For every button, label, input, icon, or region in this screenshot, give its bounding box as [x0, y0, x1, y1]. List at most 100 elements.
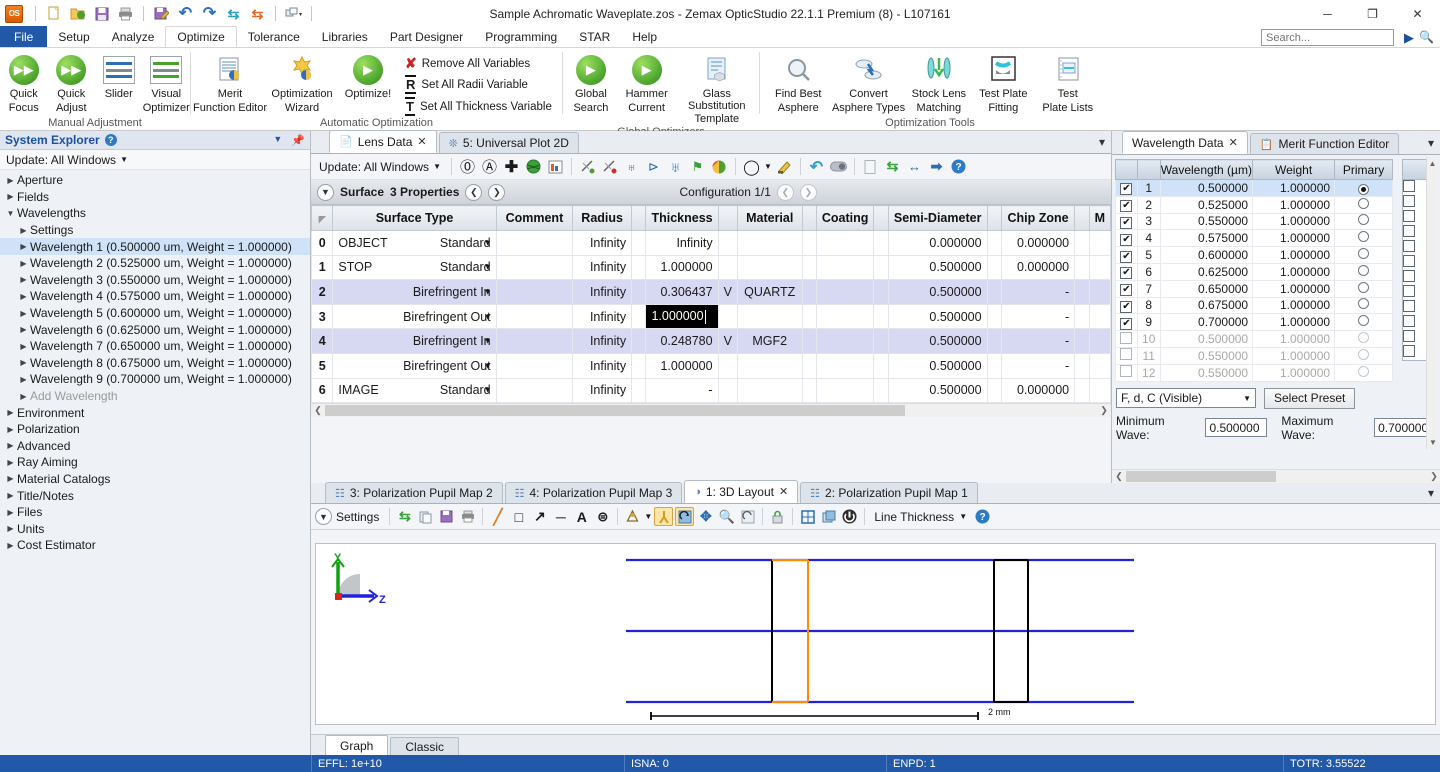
cell-radius-flag[interactable]: [632, 353, 646, 378]
cell-material-flag[interactable]: [802, 255, 816, 280]
cell-material-flag[interactable]: [802, 329, 816, 354]
chevron-right-icon[interactable]: ▶: [17, 242, 30, 251]
cell-thickness[interactable]: Infinity: [646, 231, 718, 256]
checkbox-icon[interactable]: ✔: [1120, 217, 1132, 229]
cell-material-flag[interactable]: [802, 231, 816, 256]
ribbon-tab-file[interactable]: File: [0, 26, 47, 47]
cell-semi-flag[interactable]: [987, 353, 1001, 378]
cell-enable[interactable]: ✔: [1116, 213, 1138, 230]
chevron-right-icon[interactable]: ▶: [4, 541, 17, 550]
panel-menu-icon[interactable]: ▾: [1099, 135, 1111, 149]
radio-icon[interactable]: [1358, 198, 1369, 209]
chevron-down-icon[interactable]: ▼: [4, 209, 17, 218]
cell-coating[interactable]: [816, 353, 874, 378]
chevron-right-icon[interactable]: ▶: [17, 309, 30, 318]
cell-thickness-editing[interactable]: 1.000000: [646, 304, 718, 329]
table-row[interactable]: 2Birefringent In▼Infinity0.306437VQUARTZ…: [312, 280, 1111, 305]
cell-radius-flag[interactable]: [632, 304, 646, 329]
tree-node[interactable]: ▶Ray Aiming: [0, 454, 310, 471]
chevron-down-icon[interactable]: ▼: [484, 287, 492, 296]
wavelength-vertical-scrollbar[interactable]: ▲ ▼: [1426, 157, 1438, 449]
cell-wavelength[interactable]: 0.550000: [1160, 347, 1252, 364]
cell-coating-flag[interactable]: [874, 353, 888, 378]
tab-universal-plot-2d[interactable]: ❊ 5: Universal Plot 2D: [439, 132, 579, 153]
cell-semi-diameter[interactable]: 0.500000: [888, 280, 987, 305]
cell-comment[interactable]: [496, 255, 573, 280]
checkbox-icon[interactable]: ✔: [1120, 251, 1132, 263]
cell-radius-flag[interactable]: [632, 255, 646, 280]
settings-expand-icon[interactable]: ▼: [315, 508, 332, 525]
cell-semi-flag[interactable]: [987, 255, 1001, 280]
cell-material[interactable]: [737, 378, 802, 403]
set-all-thickness-variable-item[interactable]: T Set All Thickness Variable: [405, 97, 552, 116]
cell-weight[interactable]: 1.000000: [1253, 314, 1335, 331]
ribbon-tab-setup[interactable]: Setup: [47, 26, 100, 47]
tree-node[interactable]: ▶Title/Notes: [0, 487, 310, 504]
cell-m[interactable]: [1089, 353, 1110, 378]
tab-polarization-pupil-map-2[interactable]: ☷ 3: Polarization Pupil Map 2: [325, 482, 503, 503]
cell-comment[interactable]: [496, 353, 573, 378]
table-row[interactable]: ✔90.7000001.000000: [1116, 314, 1393, 331]
cell-enable[interactable]: [1116, 364, 1138, 381]
ribbon-tab-tolerance[interactable]: Tolerance: [237, 26, 311, 47]
cell-coating[interactable]: [816, 280, 874, 305]
cell-chip-zone[interactable]: 0.000000: [1001, 231, 1074, 256]
cell-material-flag[interactable]: [802, 353, 816, 378]
save-as-icon[interactable]: [151, 3, 172, 24]
table-row[interactable]: ✔30.5500001.000000: [1116, 213, 1393, 230]
draw-line-icon[interactable]: ╱: [488, 507, 507, 526]
cell-semi-flag[interactable]: [987, 304, 1001, 329]
cell-radius-flag[interactable]: [632, 231, 646, 256]
tree-node[interactable]: ▶Wavelength 5 (0.600000 um, Weight = 1.0…: [0, 305, 310, 322]
fit-icon[interactable]: [798, 507, 817, 526]
tree-node[interactable]: ▶Files: [0, 504, 310, 521]
cell-radius[interactable]: Infinity: [573, 329, 632, 354]
cell-coating-flag[interactable]: [874, 255, 888, 280]
maximize-button[interactable]: ❐: [1350, 0, 1395, 27]
tab-lens-data[interactable]: 📄 Lens Data ✕: [329, 130, 437, 153]
chevron-right-icon[interactable]: ▶: [4, 458, 17, 467]
cell-comment[interactable]: [496, 304, 573, 329]
cell-wavelength[interactable]: 0.700000: [1160, 314, 1252, 331]
draw-rect-icon[interactable]: □: [509, 507, 528, 526]
ribbon-tab-libraries[interactable]: Libraries: [311, 26, 379, 47]
tree-node[interactable]: ▶Units: [0, 520, 310, 537]
cell-thickness[interactable]: 0.306437: [646, 280, 718, 305]
table-row[interactable]: ✔40.5750001.000000: [1116, 230, 1393, 247]
set-all-radii-variable-item[interactable]: R Set All Radii Variable: [405, 75, 552, 94]
cell-thickness[interactable]: 0.248780: [646, 329, 718, 354]
tree-node[interactable]: ▶Settings: [0, 222, 310, 239]
cell-radius[interactable]: Infinity: [573, 378, 632, 403]
undo-icon[interactable]: ↶: [175, 3, 196, 24]
cell-coating-flag[interactable]: [874, 378, 888, 403]
layout-3d-canvas[interactable]: Y Z 2 mm: [315, 543, 1436, 725]
cell-enable[interactable]: ✔: [1116, 196, 1138, 213]
radio-icon[interactable]: [1358, 231, 1369, 242]
rotate-view-icon[interactable]: [675, 507, 694, 526]
cell-thickness-flag[interactable]: [718, 353, 737, 378]
checkbox-icon[interactable]: [1120, 348, 1132, 360]
col-comment[interactable]: Comment: [496, 206, 573, 231]
col-primary[interactable]: Primary: [1335, 160, 1393, 180]
cell-chip-flag[interactable]: [1075, 329, 1089, 354]
cell-radius[interactable]: Infinity: [573, 353, 632, 378]
cell-weight[interactable]: 1.000000: [1253, 331, 1335, 348]
save-icon[interactable]: [437, 507, 456, 526]
cell-weight[interactable]: 1.000000: [1253, 263, 1335, 280]
chevron-right-icon[interactable]: ▶: [4, 441, 17, 450]
radio-icon[interactable]: [1358, 265, 1369, 276]
chevron-right-icon[interactable]: ▶: [4, 524, 17, 533]
checkbox-icon[interactable]: ✔: [1120, 183, 1132, 195]
cell-radius[interactable]: Infinity: [573, 255, 632, 280]
cell-enable[interactable]: ✔: [1116, 180, 1138, 197]
search-input[interactable]: [1261, 29, 1394, 46]
glass-catalog-icon[interactable]: [524, 157, 543, 176]
next-surface-button[interactable]: ❯: [488, 184, 505, 201]
scroll-thumb[interactable]: [325, 405, 905, 416]
checkbox-icon[interactable]: [1403, 240, 1415, 252]
col-material[interactable]: Material: [737, 206, 802, 231]
col-weight[interactable]: Weight: [1253, 160, 1335, 180]
cell-coating[interactable]: [816, 329, 874, 354]
chevron-down-icon[interactable]: ▼: [764, 157, 772, 176]
new-file-icon[interactable]: [43, 3, 64, 24]
